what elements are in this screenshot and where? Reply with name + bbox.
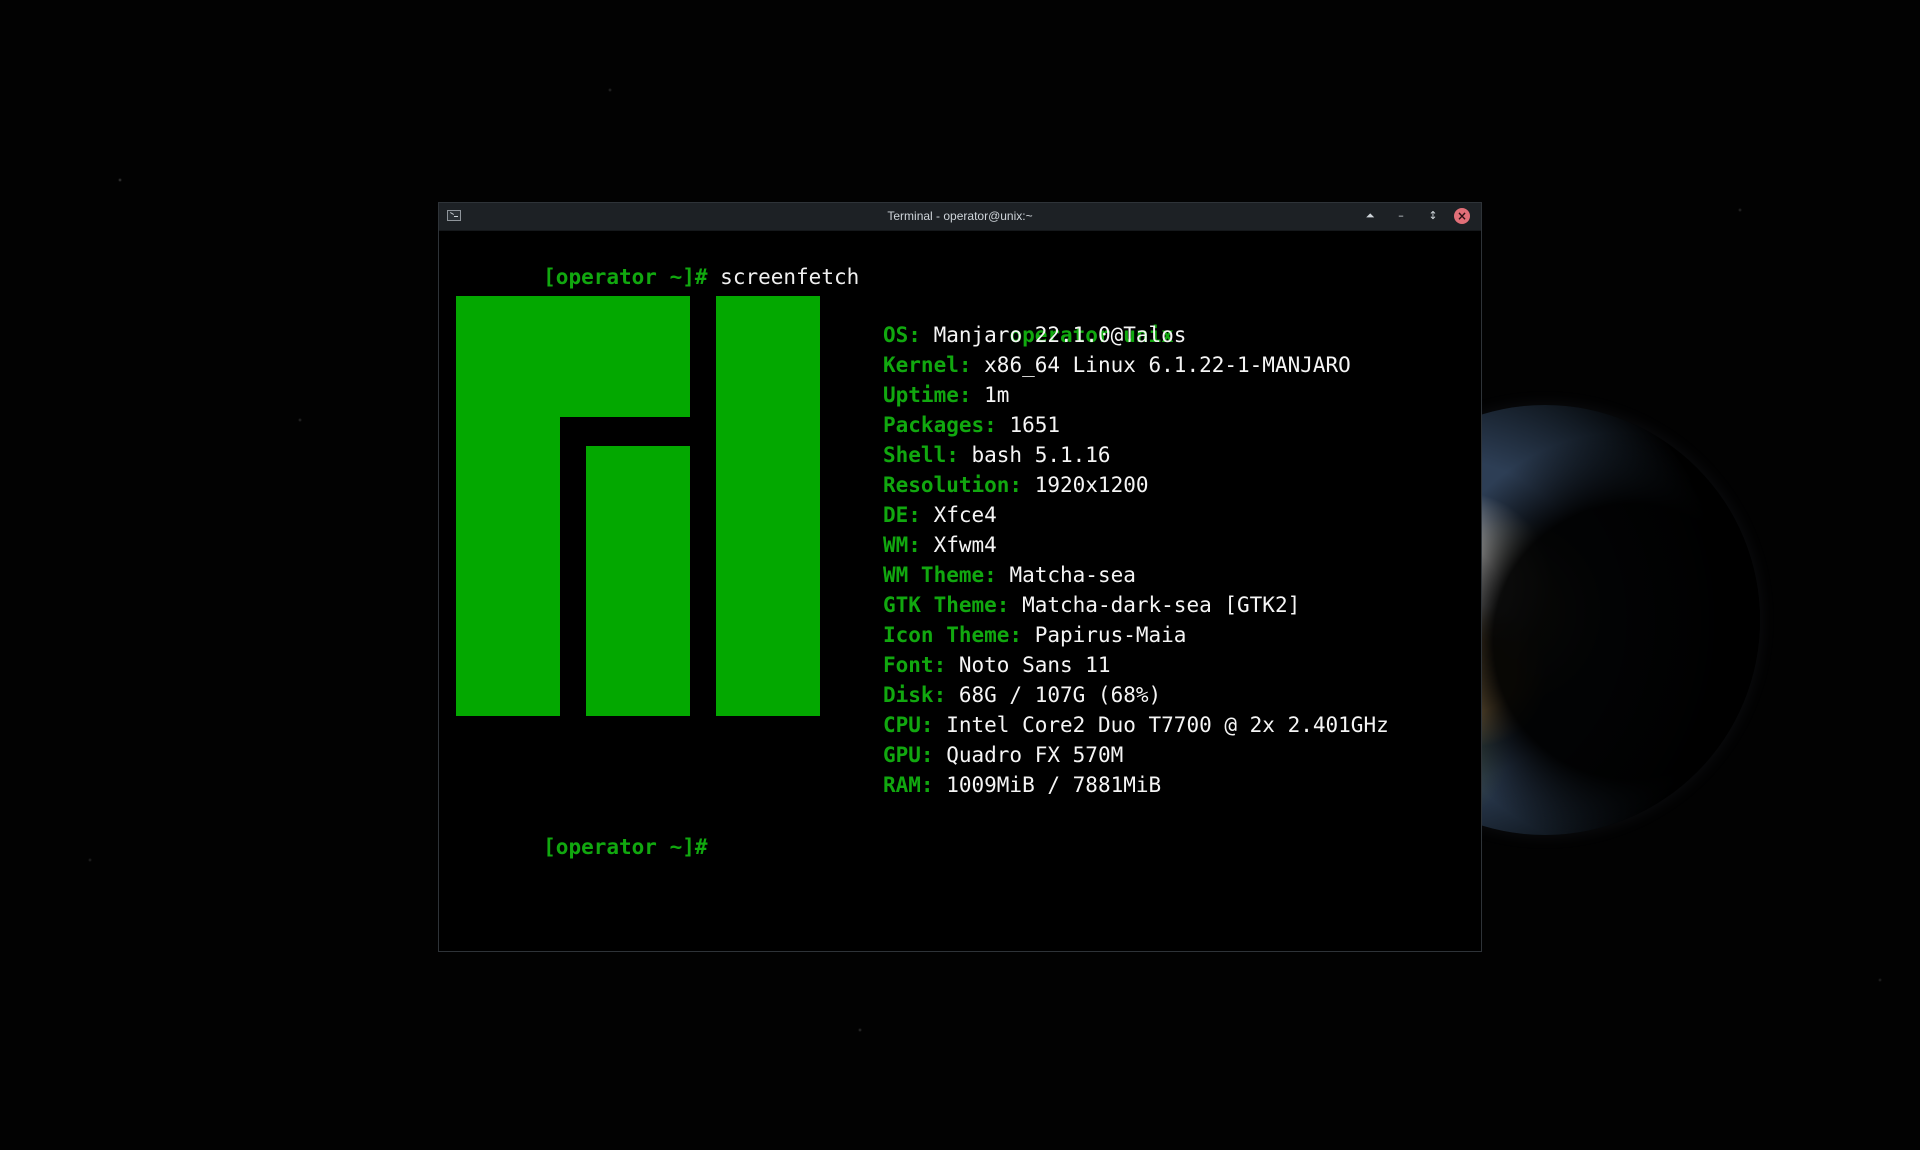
info-row-resolution: Resolution: 1920x1200 [883,470,1473,500]
info-value: Papirus-Maia [1022,623,1187,647]
info-row-icon-theme: Icon Theme: Papirus-Maia [883,620,1473,650]
info-row-ram: RAM: 1009MiB / 7881MiB [883,770,1473,800]
info-key: RAM: [883,773,934,797]
prompt: [operator ~]# [543,265,708,289]
info-key: GPU: [883,743,934,767]
info-value: Noto Sans 11 [946,653,1111,677]
terminal-window[interactable]: Terminal - operator@unix:~ ⏶ – ↕ × [oper… [438,202,1482,952]
info-value: 1920x1200 [1022,473,1149,497]
info-row-wm-theme: WM Theme: Matcha-sea [883,560,1473,590]
window-title: Terminal - operator@unix:~ [887,209,1033,223]
info-row-gpu: GPU: Quadro FX 570M [883,740,1473,770]
info-key: GTK Theme: [883,593,1010,617]
logo-middle-block [586,446,690,716]
info-value: 68G / 107G (68%) [946,683,1162,707]
info-row-disk: Disk: 68G / 107G (68%) [883,680,1473,710]
system-info: operator@unix OS: Manjaro 22.1.0 Talos K… [883,290,1473,800]
info-value: Quadro FX 570M [933,743,1124,767]
info-row-uptime: Uptime: 1m [883,380,1473,410]
info-key: OS: [883,323,921,347]
info-value: 1m [971,383,1010,407]
info-key: Packages: [883,413,997,437]
manjaro-logo [456,296,820,716]
info-key: WM Theme: [883,563,997,587]
info-row-cpu: CPU: Intel Core2 Duo T7700 @ 2x 2.401GHz [883,710,1473,740]
info-key: Font: [883,653,947,677]
maximize-icon[interactable]: ↕ [1425,208,1441,224]
info-value: Intel Core2 Duo T7700 @ 2x 2.401GHz [933,713,1389,737]
info-row-shell: Shell: bash 5.1.16 [883,440,1473,470]
command-text: screenfetch [707,265,860,289]
info-key: Disk: [883,683,947,707]
info-key: Shell: [883,443,959,467]
info-row-packages: Packages: 1651 [883,410,1473,440]
info-row-font: Font: Noto Sans 11 [883,650,1473,680]
current-prompt-line[interactable]: [operator ~]# [442,802,708,892]
info-key: Kernel: [883,353,972,377]
info-row-wm: WM: Xfwm4 [883,530,1473,560]
info-value: Xfce4 [920,503,997,527]
info-row-gtk-theme: GTK Theme: Matcha-dark-sea [GTK2] [883,590,1473,620]
user-host-line: operator@unix [883,290,1473,347]
desktop-background: Terminal - operator@unix:~ ⏶ – ↕ × [oper… [0,0,1920,1150]
window-titlebar[interactable]: Terminal - operator@unix:~ ⏶ – ↕ × [439,203,1481,231]
info-key: WM: [883,533,921,557]
info-key: CPU: [883,713,934,737]
shade-icon[interactable]: ⏶ [1362,208,1378,224]
info-row-de: DE: Xfce4 [883,500,1473,530]
info-value: Manjaro 22.1.0 Talos [920,323,1187,347]
info-value: Matcha-dark-sea [GTK2] [1009,593,1301,617]
info-value: Matcha-sea [996,563,1136,587]
info-value: 1651 [996,413,1061,437]
info-key: Uptime: [883,383,972,407]
info-value: Xfwm4 [920,533,997,557]
close-icon[interactable]: × [1454,208,1470,224]
info-value: bash 5.1.16 [958,443,1111,467]
info-key: DE: [883,503,921,527]
info-value: 1009MiB / 7881MiB [933,773,1162,797]
info-key: Resolution: [883,473,1023,497]
info-value: x86_64 Linux 6.1.22-1-MANJARO [971,353,1351,377]
info-row-kernel: Kernel: x86_64 Linux 6.1.22-1-MANJARO [883,350,1473,380]
minimize-icon[interactable]: – [1393,208,1409,224]
prompt: [operator ~]# [543,835,708,859]
info-row-os: OS: Manjaro 22.1.0 Talos [883,320,1473,350]
terminal-output[interactable]: [operator ~]# screenfetch operator@unix … [442,232,1476,948]
logo-right-block [716,296,820,716]
info-key: Icon Theme: [883,623,1023,647]
